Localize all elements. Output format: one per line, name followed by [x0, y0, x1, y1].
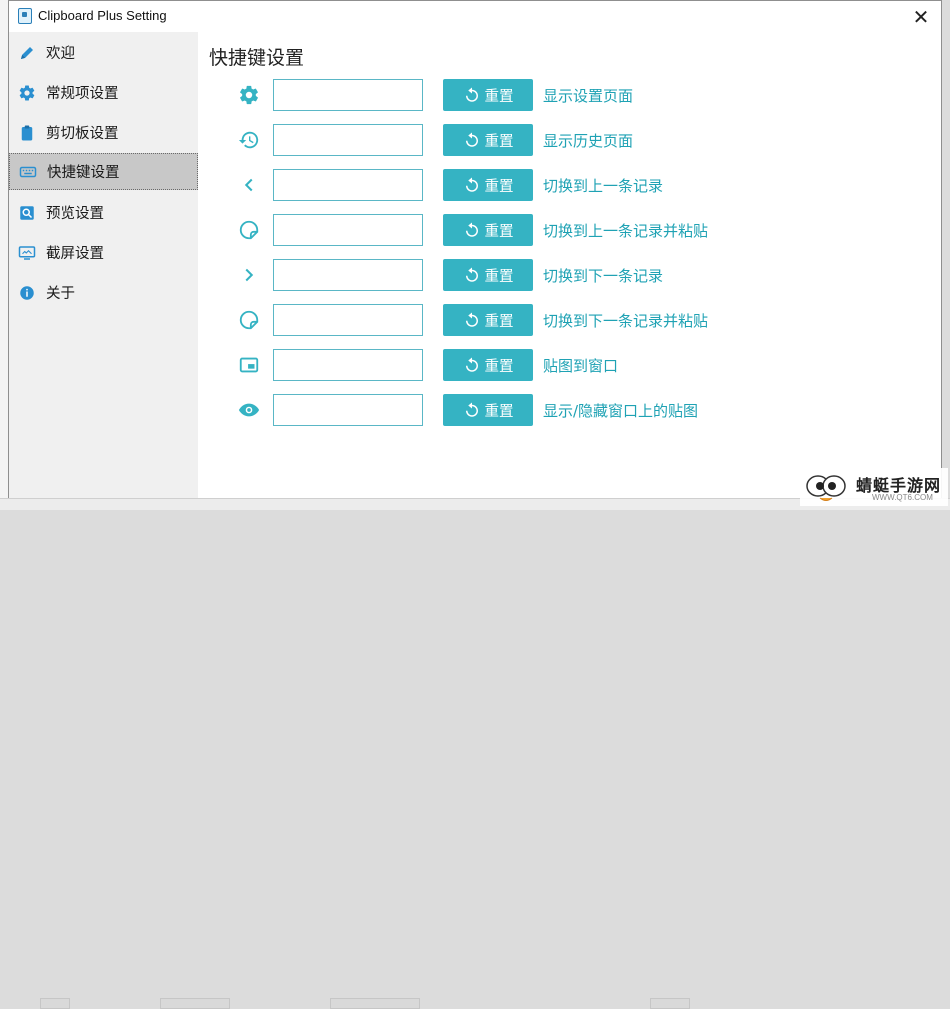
paste-icon: [238, 219, 260, 241]
reset-button-toggle-pinned[interactable]: 重置: [443, 394, 533, 426]
info-icon: [18, 284, 36, 302]
reset-icon: [465, 267, 478, 282]
shortcut-row-prev-record: 重置 切换到上一条记录: [198, 169, 941, 203]
reset-button-label: 重置: [484, 403, 514, 420]
shortcut-row-next-record: 重置 切换到下一条记录: [198, 259, 941, 293]
reset-button-label: 重置: [484, 358, 514, 375]
shortcut-label: 切换到上一条记录并粘贴: [543, 222, 709, 240]
title-bar[interactable]: Clipboard Plus Setting ✕: [9, 1, 941, 32]
reset-button-next-record-paste[interactable]: 重置: [443, 304, 533, 336]
gear-icon: [18, 84, 36, 102]
background-window-edge: [0, 0, 8, 510]
reset-button-label: 重置: [484, 268, 514, 285]
shortcut-row-next-record-paste: 重置 切换到下一条记录并粘贴: [198, 304, 941, 338]
shortcut-label: 切换到下一条记录: [543, 267, 664, 285]
shortcut-label: 贴图到窗口: [543, 357, 619, 375]
sidebar: 欢迎 常规项设置 剪切板设置 快捷键设置 预览设置 截屏设置 关于: [9, 32, 198, 498]
shortcut-label: 显示设置页面: [543, 87, 634, 105]
reset-icon: [465, 312, 478, 327]
sidebar-item-label: 常规项设置: [46, 86, 119, 102]
pin-window-icon: [238, 354, 260, 376]
shortcut-settings-panel: 快捷键设置 重置 显示设置页面 重置 显示历史页面 重置 切换到上一条记录 重置…: [198, 32, 941, 498]
site-watermark: 蜻蜓手游网 WWW.QT6.COM: [800, 468, 948, 506]
sidebar-item-label: 关于: [46, 286, 75, 302]
sidebar-item-welcome[interactable]: 欢迎: [9, 34, 198, 71]
settings-window: Clipboard Plus Setting ✕ 欢迎 常规项设置 剪切板设置: [8, 0, 942, 498]
watermark-url: WWW.QT6.COM: [872, 493, 933, 502]
reset-icon: [465, 132, 478, 147]
monitor-icon: [18, 244, 36, 262]
reset-button-label: 重置: [484, 223, 514, 240]
window-title: Clipboard Plus Setting: [38, 8, 167, 23]
sidebar-item-shortcuts[interactable]: 快捷键设置: [9, 153, 198, 190]
reset-icon: [465, 402, 478, 417]
reset-icon: [465, 357, 478, 372]
reset-icon: [465, 87, 478, 102]
chevron-right-icon: [238, 264, 260, 286]
sidebar-item-general[interactable]: 常规项设置: [9, 74, 198, 111]
background-chip: [330, 998, 420, 1009]
shortcut-label: 显示/隐藏窗口上的贴图: [543, 402, 699, 420]
app-icon: [18, 8, 32, 24]
sidebar-item-label: 预览设置: [46, 206, 104, 222]
reset-button-show-history[interactable]: 重置: [443, 124, 533, 156]
shortcut-label: 切换到上一条记录: [543, 177, 664, 195]
preview-icon: [18, 204, 36, 222]
shortcut-input-toggle-pinned[interactable]: [273, 394, 423, 426]
reset-button-label: 重置: [484, 133, 514, 150]
keyboard-icon: [19, 163, 37, 181]
reset-button-prev-record-paste[interactable]: 重置: [443, 214, 533, 246]
reset-button-prev-record[interactable]: 重置: [443, 169, 533, 201]
shortcut-input-show-history[interactable]: [273, 124, 423, 156]
page-title: 快捷键设置: [209, 47, 305, 69]
reset-button-label: 重置: [484, 313, 514, 330]
sidebar-item-about[interactable]: 关于: [9, 274, 198, 311]
shortcut-row-prev-record-paste: 重置 切换到上一条记录并粘贴: [198, 214, 941, 248]
shortcut-input-next-record-paste[interactable]: [273, 304, 423, 336]
reset-button-label: 重置: [484, 178, 514, 195]
reset-icon: [465, 222, 478, 237]
pencil-icon: [18, 44, 36, 62]
close-button[interactable]: ✕: [901, 1, 941, 32]
history-icon: [238, 129, 260, 151]
shortcut-input-prev-record-paste[interactable]: [273, 214, 423, 246]
chevron-left-icon: [238, 174, 260, 196]
clipboard-icon: [18, 124, 36, 142]
reset-icon: [465, 177, 478, 192]
sidebar-item-label: 截屏设置: [46, 246, 104, 262]
dragonfly-logo-icon: [806, 475, 846, 501]
background-chip: [40, 998, 70, 1009]
shortcut-row-show-history: 重置 显示历史页面: [198, 124, 941, 158]
shortcut-label: 切换到下一条记录并粘贴: [543, 312, 709, 330]
reset-button-show-settings[interactable]: 重置: [443, 79, 533, 111]
reset-button-label: 重置: [484, 88, 514, 105]
shortcut-label: 显示历史页面: [543, 132, 634, 150]
sidebar-item-screenshot[interactable]: 截屏设置: [9, 234, 198, 271]
shortcut-row-show-settings: 重置 显示设置页面: [198, 79, 941, 113]
sidebar-item-label: 剪切板设置: [46, 126, 119, 142]
shortcut-input-pin-to-window[interactable]: [273, 349, 423, 381]
reset-button-pin-to-window[interactable]: 重置: [443, 349, 533, 381]
background-chip: [160, 998, 230, 1009]
shortcut-input-show-settings[interactable]: [273, 79, 423, 111]
sidebar-item-label: 欢迎: [46, 46, 75, 62]
paste-icon: [238, 309, 260, 331]
sidebar-item-label: 快捷键设置: [47, 165, 120, 181]
gear-icon: [238, 84, 260, 106]
shortcut-row-toggle-pinned: 重置 显示/隐藏窗口上的贴图: [198, 394, 941, 428]
shortcut-input-next-record[interactable]: [273, 259, 423, 291]
shortcut-row-pin-to-window: 重置 贴图到窗口: [198, 349, 941, 383]
background-chip: [650, 998, 690, 1009]
sidebar-item-clipboard[interactable]: 剪切板设置: [9, 114, 198, 151]
sidebar-item-preview[interactable]: 预览设置: [9, 194, 198, 231]
reset-button-next-record[interactable]: 重置: [443, 259, 533, 291]
close-icon: ✕: [912, 4, 930, 29]
eye-icon: [238, 399, 260, 421]
shortcut-input-prev-record[interactable]: [273, 169, 423, 201]
